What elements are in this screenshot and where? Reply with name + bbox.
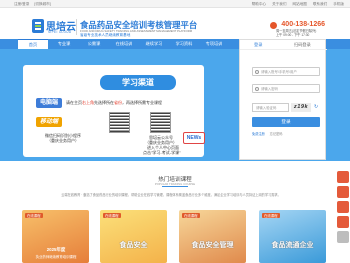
service-hours: 周一至周五(法定节假日除外) 上午 09:00 - 下午 17:30 — [276, 29, 326, 37]
channel-tag: 学习渠道 — [100, 75, 176, 90]
mobile-label: 移动端 — [36, 117, 63, 127]
course-card[interactable]: 在线课程 食品安全管理 — [179, 210, 246, 263]
nav-materials[interactable]: 学习资料 — [169, 39, 199, 49]
hotline-number: 400-138-1266 — [281, 21, 325, 28]
course-badge: 在线课程 — [262, 213, 280, 218]
sidebar-top-icon[interactable] — [337, 231, 349, 243]
gzh-caption-4: 点击"学习-考试-学课" — [143, 150, 181, 155]
captcha-field[interactable]: 请输入验证码 — [252, 103, 289, 112]
course-list: 在线课程 2025年度 执业药师继续教育培训课程 在线课程 食品安全 在线课程 … — [22, 210, 326, 263]
tab-password-login[interactable]: 登录 — [254, 40, 262, 50]
channel-card: 学习渠道 电脑端 请在主页右上角先选择所在省份，再选择所需专业课程 移动端 微信… — [23, 65, 204, 157]
about-link[interactable]: 关于我们 — [272, 2, 286, 6]
login-button[interactable]: 登录 — [252, 117, 320, 127]
news-badge: NEWs — [183, 132, 205, 144]
login-links: 免费注册 忘记密码 — [252, 131, 320, 136]
contact-link[interactable]: 联系我们 — [313, 2, 327, 6]
service-hours-time: 上午 09:00 - 下午 17:30 — [276, 33, 310, 37]
password-field[interactable]: 请输入密码 — [252, 84, 320, 93]
nav-professional[interactable]: 专业课 — [49, 39, 79, 49]
nav-special-training[interactable]: 专项培训 — [199, 39, 229, 49]
refresh-captcha-icon[interactable]: ↻ — [314, 104, 318, 110]
user-icon — [255, 70, 259, 74]
course-subtitle: 执业药师继续教育培训课程 — [35, 255, 77, 259]
forgot-password-link[interactable]: 忘记密码 — [270, 132, 283, 136]
wechat-caption-2: （重庆业务用户） — [47, 138, 79, 143]
sidebar-service-icon[interactable] — [337, 171, 349, 183]
course-card[interactable]: 在线课程 食品流通企业 — [259, 210, 326, 263]
course-card[interactable]: 在线课程 2025年度 执业药师继续教育培训课程 — [22, 210, 89, 263]
course-card[interactable]: 在线课程 食品安全 — [100, 210, 167, 263]
sidebar-phone-icon[interactable] — [337, 186, 349, 198]
login-tabs: 登录 扫码登录 — [240, 40, 327, 50]
sidebar-wechat-icon[interactable] — [337, 201, 349, 213]
top-bar: 注册/登录 [切换城市] 帮助中心 关于我们 网站地图 联系我们 手机版 — [0, 0, 350, 8]
register-link[interactable]: 免费注册 — [252, 132, 265, 136]
username-field[interactable]: 请输入账号/手机号/用户 — [252, 67, 320, 76]
switch-city-link[interactable]: [切换城市] — [34, 2, 50, 6]
section-underline — [162, 186, 188, 187]
course-badge: 在线课程 — [25, 213, 43, 218]
pc-label: 电脑端 — [36, 98, 63, 108]
nav-public[interactable]: 公需课 — [79, 39, 109, 49]
nav-online-training[interactable]: 在线培训 — [109, 39, 139, 49]
tab-scan-login[interactable]: 扫码登录 — [294, 40, 311, 50]
course-title: 2025年度 — [46, 247, 66, 252]
logo-subtext: SIPEI CLOUD — [48, 30, 72, 34]
site-header: 思培云 SIPEI CLOUD 食品药品安全培训考核管理平台 FOOD AND … — [0, 8, 350, 39]
captcha-image[interactable]: z19k — [291, 103, 311, 112]
password-placeholder: 请输入密码 — [261, 87, 278, 91]
sidebar-qq-icon[interactable] — [337, 216, 349, 228]
course-label: 食品流通企业 — [271, 242, 314, 249]
brand-divider — [76, 19, 77, 35]
course-badge: 在线课程 — [103, 213, 121, 218]
nav-continue-learning[interactable]: 继续学习 — [139, 39, 169, 49]
course-badge: 在线课程 — [182, 213, 200, 218]
login-register-link[interactable]: 注册/登录 — [14, 2, 29, 6]
username-placeholder: 请输入账号/手机号/用户 — [261, 70, 297, 74]
mobile-link[interactable]: 手机版 — [333, 2, 344, 6]
platform-subtitle: 省级专业技术人员继续教育基地 — [80, 33, 131, 37]
course-label: 食品安全 — [119, 242, 148, 249]
help-link[interactable]: 帮助中心 — [252, 2, 266, 6]
phone-icon — [270, 22, 277, 29]
lock-icon — [255, 87, 259, 91]
gzh-qr — [150, 112, 171, 133]
sitemap-link[interactable]: 网站地图 — [292, 2, 306, 6]
logo-icon[interactable] — [32, 19, 44, 33]
login-panel: 登录 扫码登录 请输入账号/手机号/用户 请输入密码 请输入验证码 z19k ↻… — [239, 39, 327, 160]
miniprogram-qr — [109, 112, 130, 133]
nav-home[interactable]: 首页 — [18, 39, 48, 49]
course-label: 食品安全管理 — [191, 242, 234, 249]
section-intro: 云端在线教育 · 囊括了食品药品行业的培训课程，帮助企业在线学习管理，课程体系覆… — [61, 193, 281, 197]
pc-instruction: 请在主页右上角先选择所在省份，再选择所需专业课程 — [66, 100, 162, 105]
